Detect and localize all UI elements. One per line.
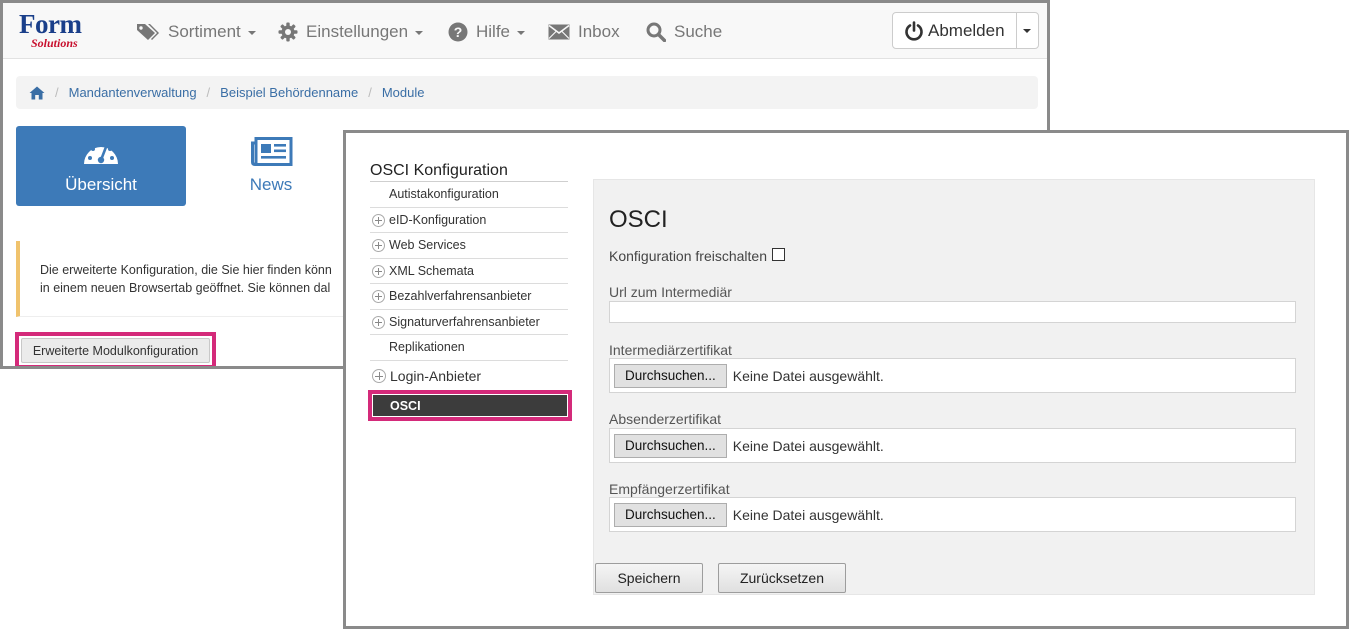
logo-subtitle: Solutions <box>31 36 78 50</box>
extended-config-highlight: Erweiterte Modulkonfiguration <box>15 332 216 366</box>
breadcrumb-link-behoerde[interactable]: Beispiel Behördenname <box>220 85 358 100</box>
breadcrumb-link-mandantenverwaltung[interactable]: Mandantenverwaltung <box>69 85 197 100</box>
intermediary-cert-label: Intermediärzertifikat <box>609 342 732 358</box>
expand-plus-icon[interactable] <box>372 213 385 227</box>
nav-suche-label: Suche <box>674 22 723 41</box>
sidebar-item-label: Web Services <box>389 238 466 253</box>
sidebar-item-label: Replikationen <box>389 340 465 355</box>
nav-sortiment[interactable]: Sortiment <box>136 20 256 44</box>
url-label: Url zum Intermediär <box>609 284 732 300</box>
osci-form-panel: OSCI Konfiguration freischalten Url zum … <box>593 179 1315 595</box>
sidebar-item-replikationen[interactable]: Replikationen <box>370 335 568 361</box>
breadcrumb-link-module[interactable]: Module <box>382 85 425 100</box>
breadcrumb-separator: / <box>55 85 59 100</box>
expand-plus-icon[interactable] <box>372 290 385 303</box>
sidebar-item-web-services[interactable]: Web Services <box>370 233 568 259</box>
enable-config-label: Konfiguration freischalten <box>609 248 767 264</box>
top-navbar: Form Solutions Sortiment Einstellungen ?… <box>3 3 1047 59</box>
no-file-text: Keine Datei ausgewählt. <box>732 367 884 384</box>
chevron-down-icon <box>1023 28 1032 33</box>
alert-line-2: in einem neuen Browsertab geöffnet. Sie … <box>40 281 331 295</box>
nav-inbox[interactable]: Inbox <box>548 20 620 44</box>
sidebar-item-login-anbieter[interactable]: Login-Anbieter <box>370 365 568 387</box>
browse-button[interactable]: Durchsuchen... <box>614 363 727 388</box>
expand-plus-icon[interactable] <box>372 264 385 278</box>
sidebar-item-autistakonfiguration[interactable]: Autistakonfiguration <box>370 182 568 208</box>
recipient-cert-file-input[interactable]: Durchsuchen... Keine Datei ausgewählt. <box>609 497 1296 532</box>
sender-cert-label: Absenderzertifikat <box>609 411 722 427</box>
sidebar-list: Autistakonfiguration eID-Konfiguration W… <box>370 181 568 361</box>
nav-hilfe-label: Hilfe <box>476 22 511 41</box>
nav-suche[interactable]: Suche <box>646 20 722 44</box>
sidebar-item-bezahlverfahrensanbieter[interactable]: Bezahlverfahrensanbieter <box>370 284 568 310</box>
breadcrumb: / Mandantenverwaltung / Beispiel Behörde… <box>16 76 1038 109</box>
logout-label: Abmelden <box>928 20 1005 40</box>
sidebar-item-label: Bezahlverfahrensanbieter <box>389 289 532 304</box>
nav-sortiment-label: Sortiment <box>168 22 241 41</box>
save-button[interactable]: Speichern <box>595 563 703 593</box>
newspaper-icon <box>251 137 293 166</box>
sidebar-item-label: Login-Anbieter <box>390 368 482 384</box>
form-title: OSCI <box>609 206 668 233</box>
alert-line-1: Die erweiterte Konfiguration, die Sie hi… <box>40 263 332 277</box>
breadcrumb-separator: / <box>206 85 211 100</box>
info-alert: Die erweiterte Konfiguration, die Sie hi… <box>16 241 356 317</box>
tile-news[interactable]: News <box>186 126 356 206</box>
sidebar-item-osci[interactable]: OSCI <box>373 395 567 416</box>
url-input[interactable] <box>609 301 1296 323</box>
nav-einstellungen[interactable]: Einstellungen <box>278 20 424 44</box>
gear-icon <box>278 22 298 42</box>
tags-icon <box>137 24 159 40</box>
sidebar-item-label: Signaturverfahrensanbieter <box>389 314 540 329</box>
sidebar-item-label: Autistakonfiguration <box>389 187 499 202</box>
search-icon <box>646 22 666 42</box>
dashboard-gauge-icon <box>84 143 118 164</box>
enable-config-row: Konfiguration freischalten <box>609 248 785 264</box>
no-file-text: Keine Datei ausgewählt. <box>732 506 884 523</box>
nav-inbox-label: Inbox <box>578 22 620 41</box>
no-file-text: Keine Datei ausgewählt. <box>732 437 884 454</box>
extended-config-button[interactable]: Erweiterte Modulkonfiguration <box>21 338 210 363</box>
osci-config-window: OSCI Konfiguration Autistakonfiguration … <box>343 130 1349 629</box>
expand-plus-icon[interactable] <box>372 239 385 252</box>
browse-button[interactable]: Durchsuchen... <box>614 502 727 527</box>
nav-einstellungen-label: Einstellungen <box>306 22 409 41</box>
chevron-down-icon <box>517 31 526 35</box>
sidebar-item-signaturverfahrensanbieter[interactable]: Signaturverfahrensanbieter <box>370 310 568 335</box>
browse-button[interactable]: Durchsuchen... <box>614 433 727 458</box>
sender-cert-file-input[interactable]: Durchsuchen... Keine Datei ausgewählt. <box>609 428 1296 463</box>
sidebar-item-eid-konfiguration[interactable]: eID-Konfiguration <box>370 208 568 233</box>
expand-plus-icon[interactable] <box>372 369 386 383</box>
breadcrumb-separator: / <box>368 85 372 100</box>
envelope-icon <box>548 24 570 40</box>
intermediary-cert-file-input[interactable]: Durchsuchen... Keine Datei ausgewählt. <box>609 358 1296 393</box>
sidebar-item-xml-schemata[interactable]: XML Schemata <box>370 259 568 284</box>
chevron-down-icon <box>247 31 256 35</box>
logout-button-group: Abmelden <box>892 12 1039 49</box>
form-solutions-logo[interactable]: Form Solutions <box>17 9 113 53</box>
sidebar-item-label: eID-Konfiguration <box>389 212 487 227</box>
logout-button[interactable]: Abmelden <box>893 13 1017 48</box>
tile-news-label: News <box>249 175 293 194</box>
nav-hilfe[interactable]: ? Hilfe <box>448 20 526 44</box>
tile-overview-label: Übersicht <box>65 175 137 194</box>
question-circle-icon: ? <box>448 22 468 42</box>
expand-plus-icon[interactable] <box>372 315 385 329</box>
power-icon <box>905 20 923 41</box>
svg-text:?: ? <box>454 24 463 40</box>
recipient-cert-label: Empfängerzertifikat <box>609 481 730 497</box>
home-icon[interactable] <box>29 86 45 100</box>
tile-overview[interactable]: Übersicht <box>16 126 186 206</box>
sidebar-title: OSCI Konfiguration <box>370 162 508 179</box>
chevron-down-icon <box>415 31 424 35</box>
sidebar-item-label: XML Schemata <box>389 263 474 278</box>
logout-dropdown-toggle[interactable] <box>1017 13 1038 48</box>
enable-config-checkbox[interactable] <box>772 248 785 261</box>
sidebar-item-osci-highlight: OSCI <box>368 390 572 421</box>
reset-button[interactable]: Zurücksetzen <box>718 563 846 593</box>
